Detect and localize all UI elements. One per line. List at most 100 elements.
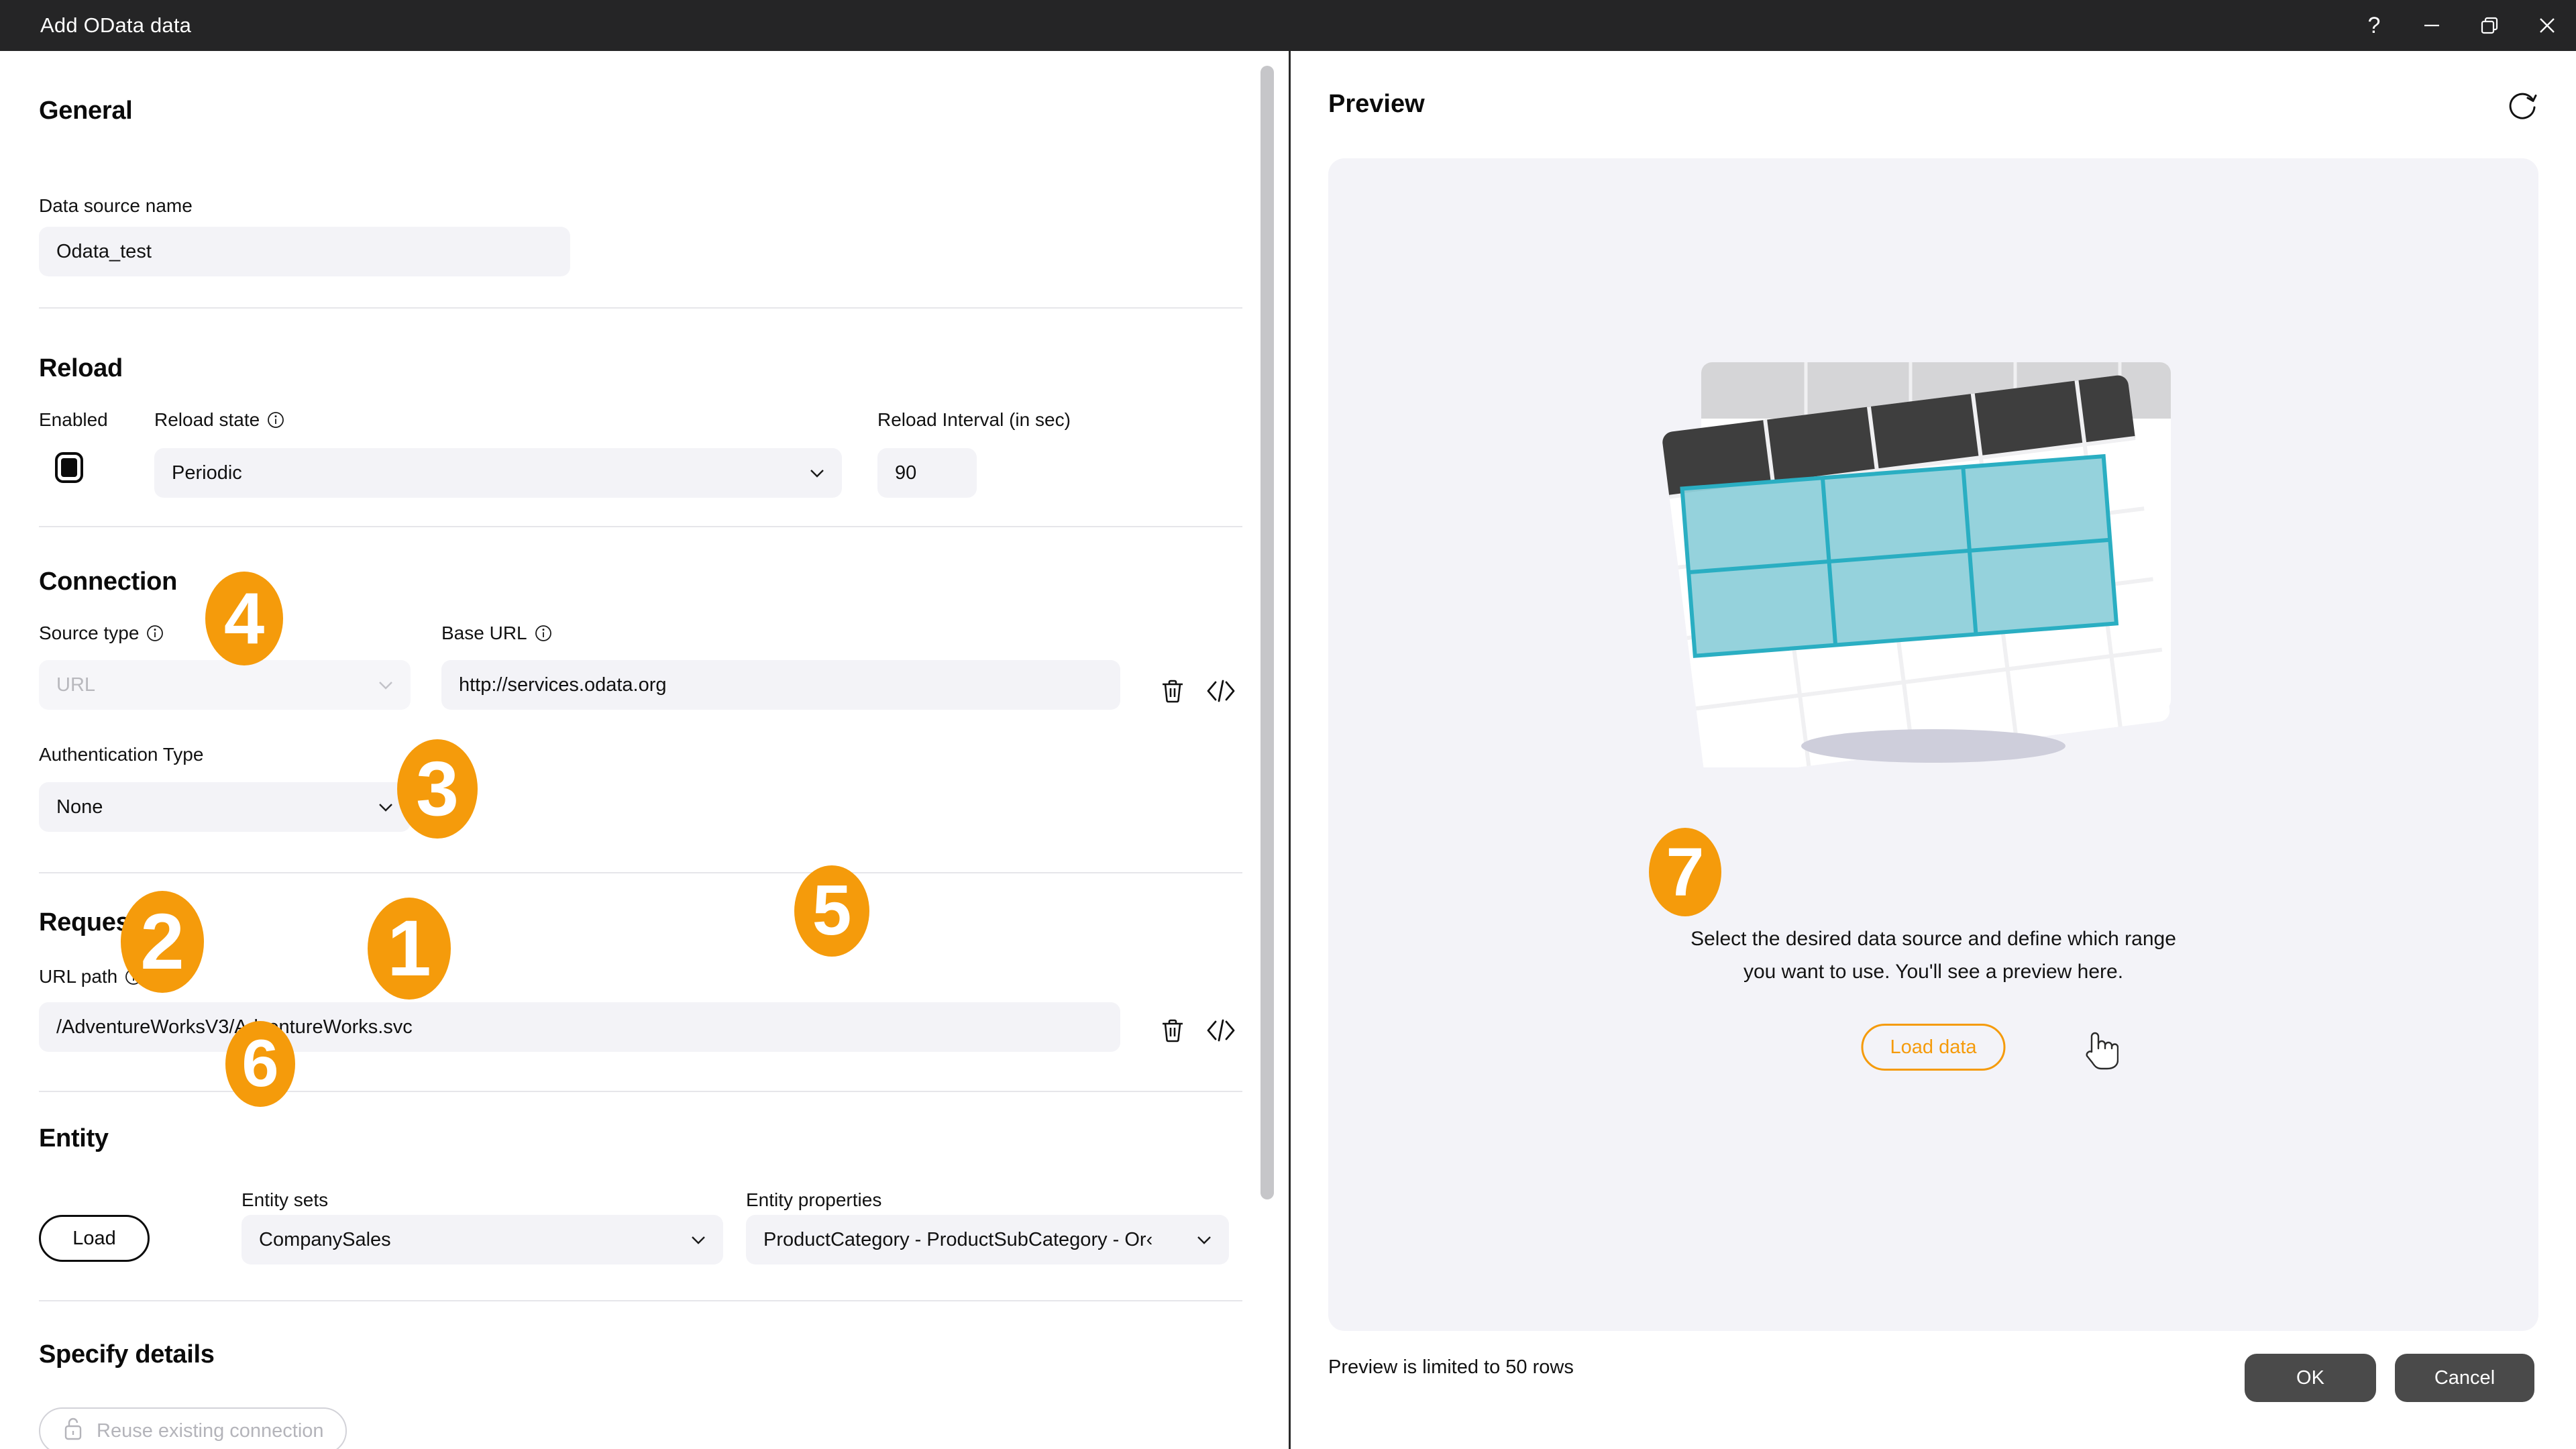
reload-state-label-text: Reload state — [154, 409, 260, 430]
source-type-value: URL — [56, 674, 96, 696]
checkbox-box — [55, 452, 83, 483]
minimize-button[interactable] — [2403, 0, 2461, 51]
settings-scrollbar-thumb[interactable] — [1260, 66, 1274, 1199]
restore-window-icon — [2481, 17, 2498, 34]
trash-icon — [1163, 680, 1183, 703]
add-odata-dialog: Add OData data ? General Data source nam… — [0, 0, 2576, 1449]
close-icon — [2540, 18, 2555, 33]
base-url-input[interactable]: http://services.odata.org — [441, 660, 1120, 710]
spreadsheet-illustration — [1638, 352, 2229, 778]
section-title-entity: Entity — [39, 1124, 109, 1152]
preview-title: Preview — [1328, 90, 1425, 118]
reuse-existing-connection-button[interactable]: Reuse existing connection — [39, 1407, 347, 1449]
chevron-down-icon — [374, 674, 397, 696]
entity-properties-select[interactable]: ProductCategory - ProductSubCategory - O… — [746, 1215, 1229, 1265]
section-title-reload: Reload — [39, 354, 123, 382]
close-button[interactable] — [2518, 0, 2576, 51]
window-titlebar: Add OData data ? — [0, 0, 2576, 51]
entity-properties-label: Entity properties — [746, 1189, 882, 1210]
url-path-input[interactable]: /AdventureWorksV3/AdventureWorks.svc — [39, 1002, 1120, 1052]
source-type-label: Source type — [39, 623, 164, 644]
chevron-down-icon — [374, 796, 397, 818]
auth-type-value: None — [56, 796, 103, 818]
data-source-name-label: Data source name — [39, 195, 193, 216]
base-url-label: Base URL — [441, 623, 552, 644]
reload-enabled-checkbox[interactable] — [55, 452, 83, 483]
url-path-label: URL path — [39, 966, 142, 987]
reload-interval-label: Reload Interval (in sec) — [877, 409, 1071, 430]
reload-state-value: Periodic — [172, 462, 242, 484]
url-path-label-text: URL path — [39, 966, 118, 987]
preview-empty-message: Select the desired data source and defin… — [1328, 923, 2538, 988]
delete-url-path-button[interactable] — [1155, 1013, 1190, 1048]
question-mark-icon: ? — [2367, 13, 2381, 38]
preview-row-limit-note: Preview is limited to 50 rows — [1328, 1356, 1574, 1378]
enabled-label: Enabled — [39, 409, 108, 430]
cancel-button-label: Cancel — [2434, 1366, 2496, 1389]
info-icon[interactable] — [535, 625, 552, 642]
data-source-name-value: Odata_test — [56, 240, 152, 262]
section-title-specify-details: Specify details — [39, 1340, 215, 1368]
base-url-value: http://services.odata.org — [459, 674, 667, 696]
load-entity-button[interactable]: Load — [39, 1215, 150, 1262]
divider-request — [39, 1091, 1242, 1092]
unlock-icon — [62, 1415, 85, 1447]
section-title-connection: Connection — [39, 568, 177, 596]
section-title-request: Request — [39, 908, 138, 936]
auth-type-label: Authentication Type — [39, 744, 204, 765]
entity-sets-label: Entity sets — [241, 1189, 329, 1210]
source-type-label-text: Source type — [39, 623, 140, 643]
settings-scrollbar-track[interactable] — [1260, 51, 1274, 1449]
preview-empty-message-line1: Select the desired data source and defin… — [1690, 928, 2176, 950]
reuse-existing-connection-label: Reuse existing connection — [97, 1419, 324, 1442]
trash-icon — [1163, 1019, 1183, 1042]
divider-general — [39, 307, 1242, 309]
entity-sets-select[interactable]: CompanySales — [241, 1215, 723, 1265]
reload-state-label: Reload state — [154, 409, 284, 431]
illustration-selection — [1680, 453, 2119, 658]
divider-connection — [39, 872, 1242, 873]
info-icon[interactable] — [125, 968, 142, 985]
refresh-preview-button[interactable] — [2504, 87, 2542, 126]
auth-type-select[interactable]: None — [39, 782, 411, 832]
preview-panel: Preview Select the desired data source a… — [1291, 51, 2576, 1449]
reload-interval-input[interactable]: 90 — [877, 448, 977, 498]
url-path-value: /AdventureWorksV3/AdventureWorks.svc — [56, 1016, 413, 1038]
chevron-down-icon — [806, 462, 828, 484]
edit-url-path-code-button[interactable] — [1203, 1013, 1238, 1048]
divider-entity — [39, 1300, 1242, 1301]
code-brackets-icon — [1207, 1019, 1235, 1042]
entity-properties-value: ProductCategory - ProductSubCategory - O… — [763, 1228, 1153, 1250]
window-title: Add OData data — [40, 13, 192, 37]
delete-base-url-button[interactable] — [1155, 674, 1190, 708]
ok-button-label: OK — [2296, 1366, 2324, 1389]
load-entity-button-label: Load — [72, 1227, 116, 1249]
minimize-icon — [2424, 24, 2439, 27]
chevron-down-icon — [1193, 1228, 1216, 1251]
base-url-label-text: Base URL — [441, 623, 527, 643]
illustration-shadow — [1801, 729, 2065, 763]
chevron-down-icon — [687, 1228, 710, 1251]
cancel-button[interactable]: Cancel — [2395, 1354, 2534, 1402]
restore-button[interactable] — [2461, 0, 2518, 51]
hand-pointer-icon — [2086, 1032, 2119, 1070]
preview-empty-message-line2: you want to use. You'll see a preview he… — [1743, 960, 2124, 983]
mouse-cursor — [2081, 1025, 2119, 1075]
ok-button[interactable]: OK — [2245, 1354, 2376, 1402]
info-icon[interactable] — [146, 625, 164, 642]
code-brackets-icon — [1207, 680, 1235, 702]
help-button[interactable]: ? — [2345, 0, 2403, 51]
reload-state-select[interactable]: Periodic — [154, 448, 842, 498]
divider-reload — [39, 526, 1242, 527]
info-icon[interactable] — [267, 411, 284, 429]
edit-base-url-code-button[interactable] — [1203, 674, 1238, 708]
load-data-button[interactable]: Load data — [1861, 1024, 2006, 1071]
reload-interval-value: 90 — [895, 462, 917, 484]
section-title-general: General — [39, 97, 133, 125]
settings-panel: General Data source name Odata_test Relo… — [0, 51, 1289, 1449]
source-type-select[interactable]: URL — [39, 660, 411, 710]
data-source-name-input[interactable]: Odata_test — [39, 227, 570, 276]
refresh-icon — [2509, 93, 2537, 119]
preview-empty-state-card: Select the desired data source and defin… — [1328, 158, 2538, 1331]
checkbox-checked-mark — [61, 458, 77, 477]
